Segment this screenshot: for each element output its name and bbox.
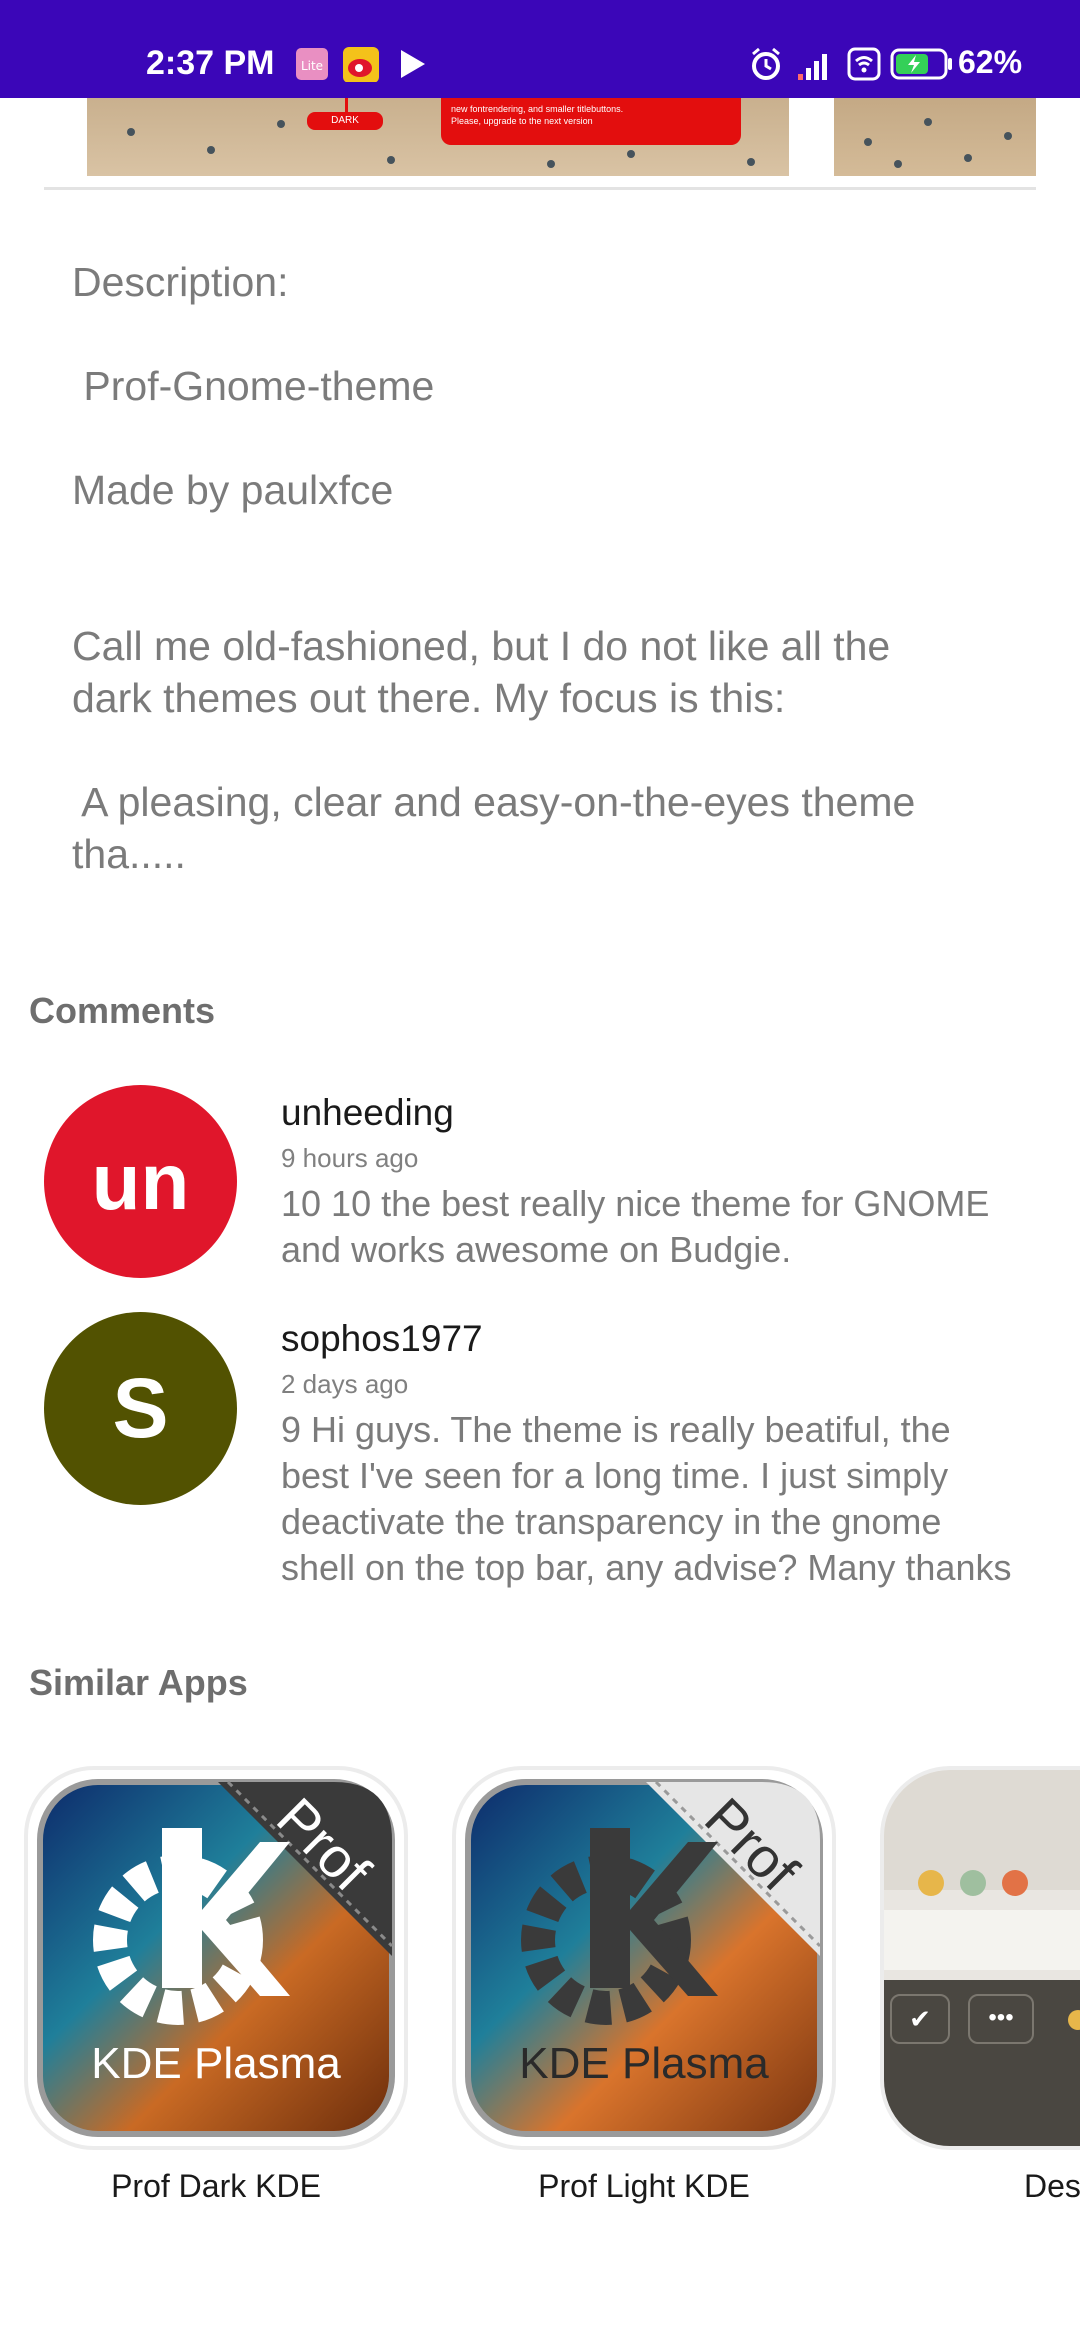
description-name: Prof-Gnome-theme <box>72 363 435 409</box>
avatar-initials: un <box>91 1136 190 1226</box>
similar-apps-title: Similar Apps <box>29 1662 248 1703</box>
avatar[interactable]: un <box>44 1085 237 1278</box>
upgrade-notice: new fontrendering, and smaller titlebutt… <box>441 98 741 145</box>
comment-timestamp: 2 days ago <box>281 1369 409 1399</box>
comments-title: Comments <box>29 990 216 1031</box>
description-text-line: Call me old-fashioned, but I do not like… <box>72 623 891 669</box>
description-author: Made by paulxfce <box>72 467 394 513</box>
app-name[interactable]: Prof Dark KDE <box>24 2168 408 2205</box>
play-store-icon <box>401 50 425 78</box>
divider <box>44 187 1036 190</box>
status-time: 2:37 PM <box>146 44 275 82</box>
kde-dark-app-icon: Prof KDE Plasma <box>37 1779 395 2137</box>
comment-line: best I've seen for a long time. I just s… <box>281 1455 949 1496</box>
screenshot-thumbnail[interactable] <box>834 98 1036 176</box>
comment-timestamp: 9 hours ago <box>281 1143 419 1173</box>
description-text-line: dark themes out there. My focus is this: <box>72 675 786 721</box>
description-text-line: tha..... <box>72 831 186 877</box>
app-name[interactable]: Des <box>1024 2168 1080 2205</box>
description-heading: Description: <box>72 259 289 305</box>
app-card-prof-dark-kde[interactable]: Prof KDE Plasma <box>24 1766 408 2150</box>
upgrade-notice-line: new fontrendering, and smaller titlebutt… <box>451 104 624 114</box>
comment-line: deactivate the transparency in the gnome <box>281 1501 942 1542</box>
more-icon: ••• <box>968 1994 1034 2044</box>
kde-light-app-icon: Prof KDE Plasma <box>465 1779 823 2137</box>
check-icon: ✔ <box>890 1994 950 2044</box>
status-bar: 2:37 PM Lite 62% <box>0 0 1080 98</box>
comment-line: 10 10 the best really nice theme for GNO… <box>281 1183 990 1224</box>
comment-line: and works awesome on Budgie. <box>281 1229 792 1270</box>
app-preview: ✔ ••• <box>884 1770 1080 2146</box>
wifi-icon <box>847 47 881 81</box>
alarm-icon <box>752 47 780 80</box>
comment-username[interactable]: sophos1977 <box>281 1318 483 1360</box>
dark-label: DARK <box>307 112 383 130</box>
comment-username[interactable]: unheeding <box>281 1092 454 1134</box>
battery-icon <box>890 48 952 80</box>
app-card-des[interactable]: ✔ ••• <box>880 1766 1080 2150</box>
kde-logo-text: KDE Plasma <box>519 2039 769 2088</box>
avatar-initials: S <box>112 1361 169 1455</box>
app-card-prof-light-kde[interactable]: Prof KDE Plasma <box>452 1766 836 2150</box>
battery-level: 62% <box>958 44 1023 80</box>
app-name[interactable]: Prof Light KDE <box>452 2168 836 2205</box>
comment-text: 10 10 the best really nice theme for GNO… <box>281 1181 1071 1273</box>
weibo-icon <box>343 47 379 82</box>
screenshot-thumbnail[interactable]: DARK new fontrendering, and smaller titl… <box>87 98 789 176</box>
diagram-connector <box>345 98 348 112</box>
avatar[interactable]: S <box>44 1312 237 1505</box>
comment-line: shell on the top bar, any advise? Many t… <box>281 1547 1012 1588</box>
description-text-line: A pleasing, clear and easy-on-the-eyes t… <box>72 779 916 825</box>
comment-line: 9 Hi guys. The theme is really beatiful,… <box>281 1409 951 1450</box>
lite-app-icon: Lite <box>296 48 328 80</box>
comment-text: 9 Hi guys. The theme is really beatiful,… <box>281 1407 1071 1591</box>
upgrade-notice-line: Please, upgrade to the next version <box>451 116 593 126</box>
signal-icon <box>798 54 827 80</box>
svg-text:Lite: Lite <box>301 59 323 73</box>
kde-logo-text: KDE Plasma <box>91 2039 341 2088</box>
